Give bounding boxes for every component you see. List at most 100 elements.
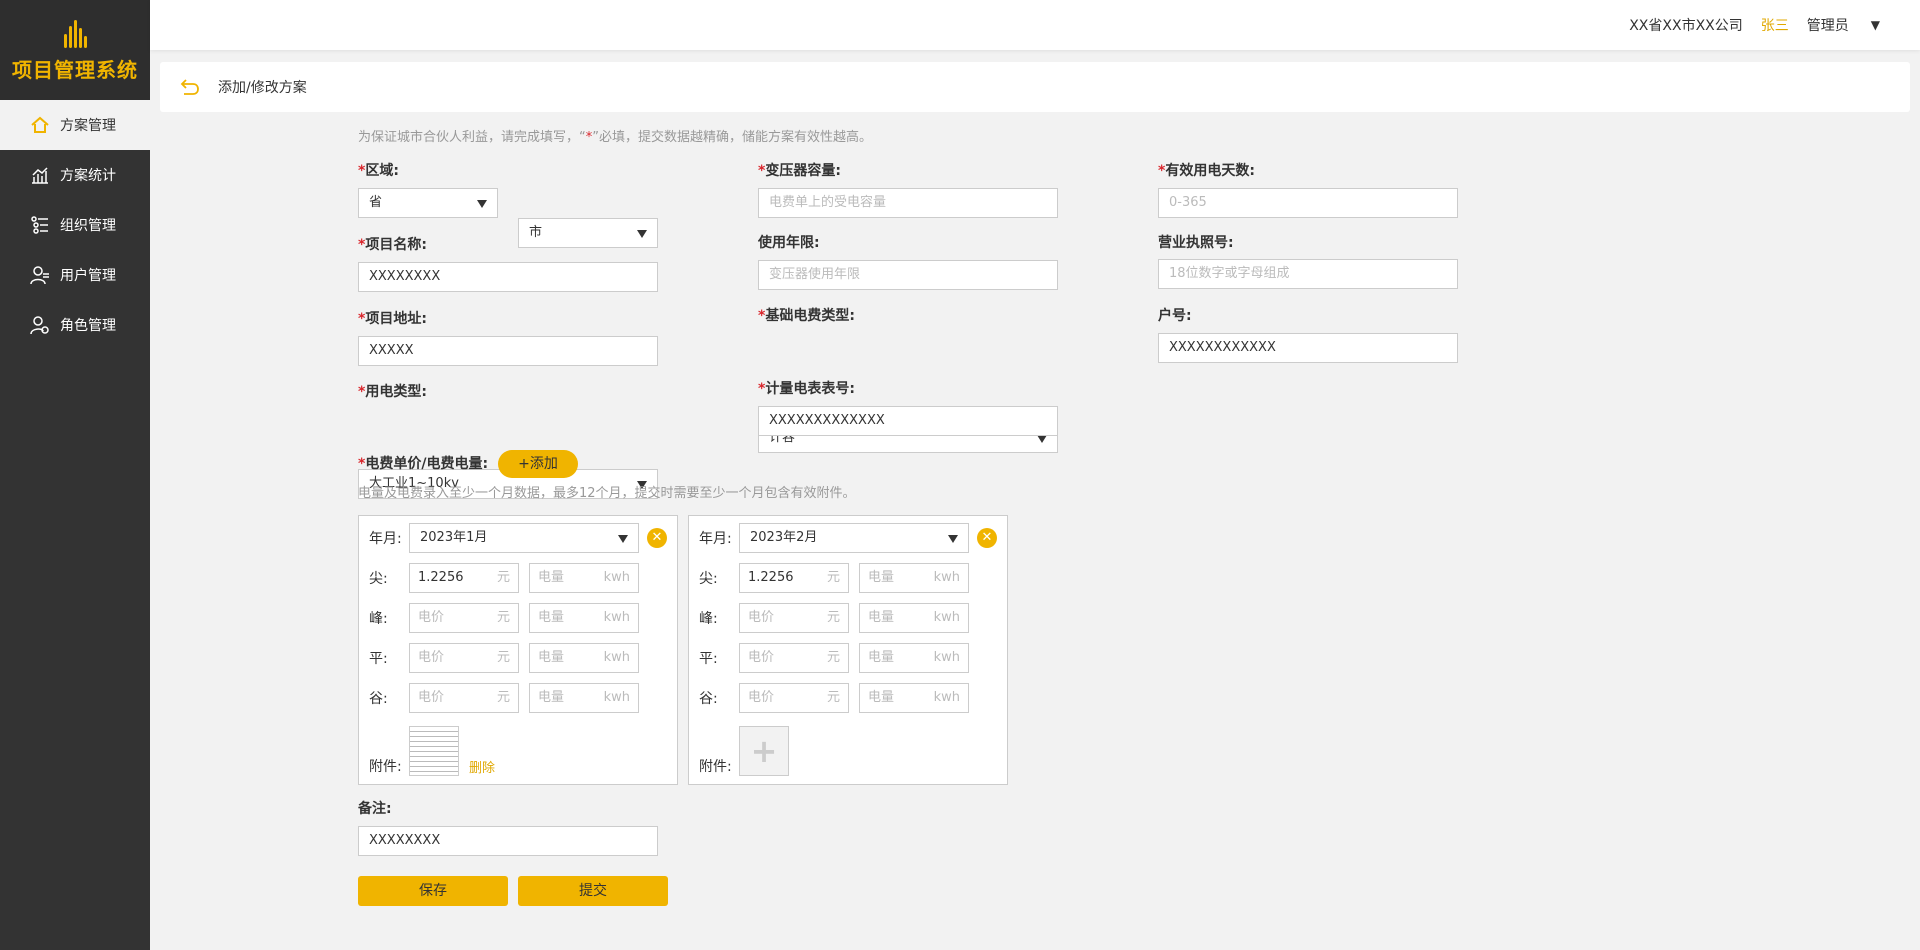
unit-label: 元 xyxy=(826,570,840,585)
meter-no-input[interactable]: XXXXXXXXXXXXX xyxy=(758,406,1058,436)
sidebar-item-role-management[interactable]: 角色管理 xyxy=(0,300,150,350)
qty-placeholder: 电量 xyxy=(538,570,565,585)
save-button[interactable]: 保存 xyxy=(358,876,508,906)
price-value: 1.2256 xyxy=(748,570,794,585)
price-input[interactable]: 电价 元 xyxy=(409,643,519,673)
period-label: 尖: xyxy=(369,571,388,587)
price-input[interactable]: 电价 元 xyxy=(739,603,849,633)
unit-label: kwh xyxy=(603,610,630,625)
unit-label: 元 xyxy=(826,610,840,625)
hint-text: 为保证城市合伙人利益，请完成填写，“ xyxy=(358,130,586,145)
price-value: 1.2256 xyxy=(418,570,464,585)
sidebar-item-user-management[interactable]: 用户管理 xyxy=(0,250,150,300)
attachment-label: 附件: xyxy=(369,759,402,775)
attachment-label: 附件: xyxy=(699,759,732,775)
sidebar-item-plan-statistics[interactable]: 方案统计 xyxy=(0,150,150,200)
org-icon xyxy=(31,216,48,234)
company-name: XX省XX市XX公司 xyxy=(1629,18,1743,34)
user-icon xyxy=(30,266,49,285)
account-input[interactable]: XXXXXXXXXXXX xyxy=(1158,333,1458,363)
qty-placeholder: 电量 xyxy=(538,610,565,625)
sidebar-item-label: 方案统计 xyxy=(60,168,116,184)
qty-input[interactable]: 电量 kwh xyxy=(529,563,639,593)
period-label: 平: xyxy=(369,651,388,667)
price-input[interactable]: 电价 元 xyxy=(409,603,519,633)
transformer-input[interactable]: 电费单上的受电容量 xyxy=(758,188,1058,218)
price-placeholder: 电价 xyxy=(418,690,445,705)
unit-label: 元 xyxy=(496,570,510,585)
topbar: XX省XX市XX公司 张三 管理员 ▼ xyxy=(150,0,1920,50)
price-input[interactable]: 1.2256 元 xyxy=(409,563,519,593)
project-address-input[interactable]: XXXXX xyxy=(358,336,658,366)
qty-input[interactable]: 电量 kwh xyxy=(529,643,639,673)
submit-button[interactable]: 提交 xyxy=(518,876,668,906)
price-hint: 电量及电费录入至少一个月数据，最多12个月，提交时需要至少一个月包含有效附件。 xyxy=(358,486,856,501)
close-icon[interactable]: ✕ xyxy=(647,528,667,548)
qty-placeholder: 电量 xyxy=(868,650,895,665)
plus-icon: + xyxy=(750,732,778,770)
month-label: 年月: xyxy=(699,531,732,547)
user-name[interactable]: 张三 xyxy=(1761,15,1789,35)
period-label: 平: xyxy=(699,651,718,667)
month-select[interactable]: 2023年2月 xyxy=(739,523,969,553)
unit-label: kwh xyxy=(933,610,960,625)
years-label: 使用年限: xyxy=(758,235,820,251)
sidebar-item-org-management[interactable]: 组织管理 xyxy=(0,200,150,250)
price-placeholder: 电价 xyxy=(748,650,775,665)
license-label: 营业执照号: xyxy=(1158,235,1234,251)
add-attachment-button[interactable]: + xyxy=(739,726,789,776)
period-label: 谷: xyxy=(369,691,388,707)
remark-label: 备注: xyxy=(358,801,392,817)
project-name-label: *项目名称: xyxy=(358,237,427,253)
add-month-button[interactable]: +添加 xyxy=(498,450,578,478)
logo: 项目管理系统 xyxy=(0,0,150,100)
sidebar-item-label: 组织管理 xyxy=(60,218,116,234)
years-input[interactable]: 变压器使用年限 xyxy=(758,260,1058,290)
qty-input[interactable]: 电量 kwh xyxy=(859,683,969,713)
qty-input[interactable]: 电量 kwh xyxy=(529,683,639,713)
qty-placeholder: 电量 xyxy=(538,650,565,665)
logo-text: 项目管理系统 xyxy=(12,57,138,82)
price-placeholder: 电价 xyxy=(418,650,445,665)
qty-placeholder: 电量 xyxy=(538,690,565,705)
days-label: *有效用电天数: xyxy=(1158,163,1255,179)
unit-label: kwh xyxy=(603,570,630,585)
qty-placeholder: 电量 xyxy=(868,570,895,585)
price-input[interactable]: 电价 元 xyxy=(739,683,849,713)
days-input[interactable]: 0-365 xyxy=(1158,188,1458,218)
attachment-thumbnail[interactable] xyxy=(409,726,459,776)
remark-input[interactable]: XXXXXXXX xyxy=(358,826,658,856)
project-address-label: *项目地址: xyxy=(358,311,427,327)
month-select[interactable]: 2023年1月 xyxy=(409,523,639,553)
period-label: 峰: xyxy=(369,611,388,627)
user-role: 管理员 xyxy=(1806,18,1849,34)
price-placeholder: 电价 xyxy=(418,610,445,625)
sidebar-item-plan-management[interactable]: 方案管理 xyxy=(0,100,150,150)
price-label: *电费单价/电费电量: xyxy=(358,456,489,472)
license-input[interactable]: 18位数字或字母组成 xyxy=(1158,259,1458,289)
province-select[interactable]: 省 xyxy=(358,188,498,218)
month-card: 年月: 2023年2月 ✕ 尖: 1.2256 元 电量 kwh 峰: 电价元 电量… xyxy=(688,515,1008,785)
qty-placeholder: 电量 xyxy=(868,690,895,705)
period-label: 谷: xyxy=(699,691,718,707)
unit-label: 元 xyxy=(496,690,510,705)
project-name-input[interactable]: XXXXXXXX xyxy=(358,262,658,292)
delete-attachment-link[interactable]: 删除 xyxy=(469,757,495,776)
page-title: 添加/修改方案 xyxy=(218,80,307,96)
unit-label: 元 xyxy=(826,690,840,705)
sidebar-item-label: 角色管理 xyxy=(60,318,116,334)
city-select[interactable]: 市 xyxy=(518,218,658,248)
account-label: 户号: xyxy=(1158,308,1192,324)
price-input[interactable]: 1.2256 元 xyxy=(739,563,849,593)
qty-input[interactable]: 电量 kwh xyxy=(529,603,639,633)
meter-no-label: *计量电表表号: xyxy=(758,381,855,397)
qty-input[interactable]: 电量 kwh xyxy=(859,643,969,673)
chevron-down-icon[interactable]: ▼ xyxy=(1871,18,1880,32)
qty-input[interactable]: 电量 kwh xyxy=(859,563,969,593)
price-input[interactable]: 电价 元 xyxy=(409,683,519,713)
back-icon[interactable] xyxy=(180,77,200,97)
price-input[interactable]: 电价 元 xyxy=(739,643,849,673)
qty-input[interactable]: 电量 kwh xyxy=(859,603,969,633)
close-icon[interactable]: ✕ xyxy=(977,528,997,548)
chart-icon xyxy=(32,167,48,184)
